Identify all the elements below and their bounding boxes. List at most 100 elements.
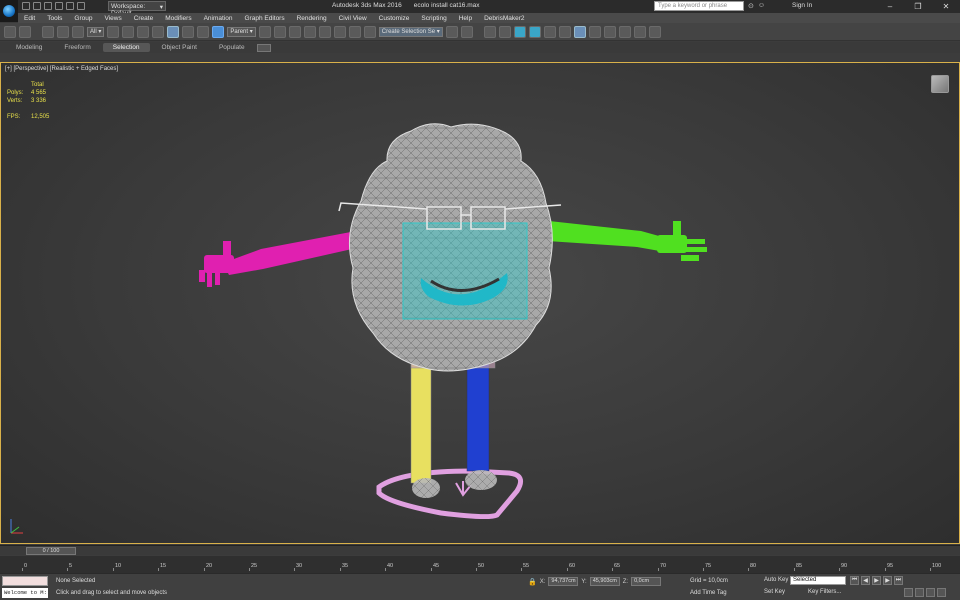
material-editor-icon[interactable] [558,25,571,38]
ribbon-toggle-icon[interactable] [256,43,271,52]
menu-animation[interactable]: Animation [198,15,239,22]
reference-coordinate-dropdown[interactable]: Parent ▾ [227,26,256,37]
curve-editor-icon[interactable] [528,25,541,38]
go-to-start-icon[interactable]: ⏮ [850,576,859,585]
minimize-button[interactable]: – [876,0,904,13]
zoom-all-icon[interactable] [915,588,924,597]
selection-filter-dropdown[interactable]: All ▾ [87,26,105,37]
percent-snap-icon[interactable] [333,25,346,38]
schematic-view-icon[interactable] [543,25,556,38]
menu-create[interactable]: Create [128,15,160,22]
keyboard-shortcut-icon[interactable] [288,25,301,38]
menu-graph-editors[interactable]: Graph Editors [239,15,291,22]
rect-selection-icon[interactable] [137,25,150,38]
select-by-name-icon[interactable] [122,25,135,38]
perspective-viewport[interactable]: [+] [Perspective] [Realistic + Edged Fac… [0,62,960,544]
angle-snap-icon[interactable] [318,25,331,38]
maximize-viewport-icon[interactable] [937,588,946,597]
left-arm[interactable] [223,231,361,275]
rotate-icon[interactable] [182,25,195,38]
move-icon[interactable] [167,25,180,38]
new-file-icon[interactable] [22,2,30,10]
auto-key-button[interactable]: Auto Key [764,577,788,583]
open-file-icon[interactable] [33,2,41,10]
render-cloud-icon[interactable] [633,25,646,38]
previous-frame-icon[interactable]: ◀ [861,576,870,585]
mirror-icon[interactable] [445,25,458,38]
save-file-icon[interactable] [44,2,52,10]
menu-help[interactable]: Help [453,15,478,22]
base-ring[interactable] [376,468,524,520]
key-mode-dropdown[interactable]: Selected [790,576,846,585]
layer-manager-icon[interactable] [483,25,496,38]
play-icon[interactable]: ▶ [872,576,881,585]
render-setup-icon[interactable] [573,25,586,38]
named-selection-dropdown[interactable]: Create Selection Se ▾ [378,26,443,37]
right-leg[interactable] [466,358,490,472]
maxscript-listener[interactable] [2,576,48,586]
tab-object-paint[interactable]: Object Paint [152,43,207,52]
redo-button[interactable] [19,25,31,38]
render-iterative-icon[interactable] [618,25,631,38]
menu-scripting[interactable]: Scripting [415,15,452,22]
y-coordinate-field[interactable]: 45,903cm [589,577,620,586]
time-slider-handle[interactable]: 0 / 100 [26,547,76,555]
tab-selection[interactable]: Selection [102,43,150,52]
scene-explorer-icon[interactable] [498,25,511,38]
window-crossing-icon[interactable] [152,25,165,38]
manipulate-icon[interactable] [273,25,286,38]
next-frame-icon[interactable]: ▶ [883,576,892,585]
left-hand[interactable] [199,241,234,287]
scale-icon[interactable] [197,25,210,38]
binoculars-icon[interactable]: ⊙ [748,2,754,10]
tab-modeling[interactable]: Modeling [6,43,52,52]
frame-ruler[interactable]: 0 5 10 15 20 25 30 35 40 45 50 55 60 65 70 75 80 85 90 95 10… [22,558,941,571]
menu-civil-view[interactable]: Civil View [333,15,373,22]
right-hand[interactable] [657,221,707,261]
right-foot[interactable] [465,470,497,490]
unlink-icon[interactable] [57,25,69,38]
align-icon[interactable] [460,25,473,38]
menu-debrismaker[interactable]: DebrisMaker2 [478,15,530,22]
maxscript-mini-listener[interactable]: Welcome to M: [2,588,48,598]
close-button[interactable]: ✕ [932,0,960,13]
left-leg[interactable] [410,362,432,484]
maximize-button[interactable]: ❐ [904,0,932,13]
x-coordinate-field[interactable]: 94,737cm [548,577,579,586]
orbit-icon[interactable] [926,588,935,597]
a360-gallery-icon[interactable] [648,25,661,38]
rendered-frame-icon[interactable] [588,25,601,38]
left-foot[interactable] [412,478,440,498]
project-folder-icon[interactable] [77,2,85,10]
menu-modifiers[interactable]: Modifiers [159,15,197,22]
user-icon[interactable]: ☺ [758,2,765,10]
time-slider-track[interactable]: 0 / 100 [0,545,960,555]
tab-populate[interactable]: Populate [209,43,255,52]
undo-button[interactable] [4,25,16,38]
go-to-end-icon[interactable]: ⏭ [894,576,903,585]
redo-icon[interactable] [66,2,74,10]
set-key-button[interactable]: Set Key [764,589,785,595]
select-object-icon[interactable] [107,25,120,38]
menu-group[interactable]: Group [68,15,98,22]
bind-space-warp-icon[interactable] [72,25,84,38]
menu-tools[interactable]: Tools [41,15,68,22]
placement-icon[interactable] [212,25,225,38]
edit-named-selection-icon[interactable] [363,25,376,38]
tab-freeform[interactable]: Freeform [54,43,100,52]
menu-edit[interactable]: Edit [18,15,41,22]
graphite-ribbon-icon[interactable] [513,25,526,38]
app-logo-icon[interactable] [0,0,18,22]
menu-rendering[interactable]: Rendering [291,15,333,22]
track-bar[interactable]: 0 5 10 15 20 25 30 35 40 45 50 55 60 65 70 75 80 85 90 95 10… [0,556,960,573]
menu-views[interactable]: Views [98,15,127,22]
key-filters-button[interactable]: Key Filters... [808,589,841,595]
search-input[interactable]: Type a keyword or phrase [654,1,744,11]
menu-customize[interactable]: Customize [373,15,416,22]
undo-icon[interactable] [55,2,63,10]
snaps-toggle-icon[interactable] [303,25,316,38]
pivot-center-icon[interactable] [258,25,271,38]
sign-in-button[interactable]: Sign In [792,2,812,9]
add-time-tag-button[interactable]: Add Time Tag [690,590,727,596]
workspace-dropdown[interactable]: Workspace: Default ▾ [108,1,166,17]
